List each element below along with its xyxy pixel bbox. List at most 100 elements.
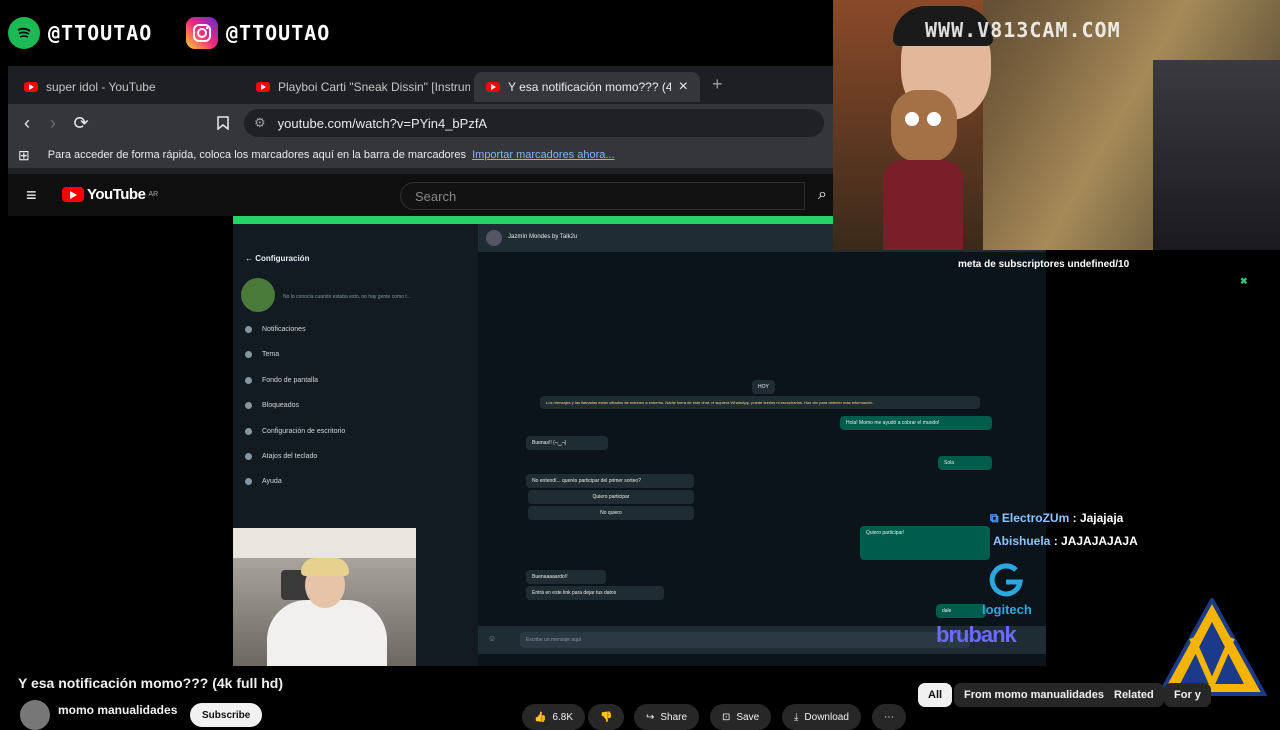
like-count: 6.8K [552,711,574,723]
tab-super-idol[interactable]: super idol - YouTube [12,72,238,102]
status-indicator-icon: ✖ [1240,276,1248,286]
address-bar[interactable]: ⚙ youtube.com/watch?v=PYin4_bPzfA [244,109,824,137]
youtube-favicon-icon [24,82,38,92]
instagram-icon [186,17,218,49]
channel-avatar[interactable] [20,700,50,730]
message-bubble: No entendí... querés participar del prim… [526,474,694,488]
menu-ayuda[interactable]: Ayuda [245,478,282,485]
chip-for-you[interactable]: For y [1164,683,1211,707]
url-text: youtube.com/watch?v=PYin4_bPzfA [277,115,488,131]
quick-reply-button[interactable]: Quiero participar [528,490,694,504]
dislike-button[interactable]: 👎 [588,704,625,730]
close-tab-icon[interactable]: × [679,78,688,96]
person-hair [301,558,349,576]
menu-notificaciones[interactable]: Notificaciones [245,326,306,333]
brubank-logo: brubank [936,622,1017,647]
message-bubble: Quiero participar! [860,526,990,560]
forward-arrow-icon[interactable]: › [42,112,64,134]
bookmarks-hint-text: Para acceder de forma rápida, coloca los… [47,149,466,161]
save-button[interactable]: ⊡ Save [710,704,772,730]
chip-from-channel[interactable]: From momo manualidades [954,683,1114,707]
channel-name[interactable]: momo manualidades [58,703,177,717]
chat-separator: : [1050,534,1062,548]
youtube-logo[interactable]: YouTube AR [62,186,158,203]
emoji-icon[interactable]: ☺ [488,634,496,643]
menu-label: Configuración de escritorio [262,428,346,435]
bookmark-icon[interactable] [212,112,234,134]
tab-label: super idol - YouTube [46,80,156,94]
message-input[interactable]: Escribe un mensaje aquí [520,632,970,648]
menu-label: Fondo de pantalla [262,377,319,384]
tab-label: Y esa notificación momo??? (4k f [508,80,671,94]
download-icon: ⤓ [794,711,799,723]
bookmarks-bar: ⊞ Para acceder de forma rápida, coloca l… [8,142,834,168]
browser-window: super idol - YouTube Playboi Carti "Snea… [8,66,834,216]
save-icon: ⊡ [722,711,731,723]
youtube-favicon-icon [486,82,500,92]
whatsapp-top-strip [233,216,833,224]
chip-all[interactable]: All [918,683,953,707]
menu-label: Bloqueados [262,402,299,409]
download-button[interactable]: ⤓ Download [782,704,861,730]
hamburger-menu-icon[interactable]: ≡ [26,185,37,206]
instagram-handle: @TTOUTAO [186,16,330,50]
desktop-icon [245,428,252,435]
contact-name: Jazmín Mondes by Talk2u [508,234,578,240]
settings-header: ← Configuración [245,254,310,263]
menu-label: Tema [262,351,280,358]
bell-icon [245,326,252,333]
whatsapp-chat-panel: Jazmín Mondes by Talk2u HOY Los mensajes… [478,224,1046,666]
message-bubble: Hola! Momo me ayudó a cobrar el mundo! [840,416,992,430]
chat-text: JAJAJAJAJA [1061,534,1138,548]
subscribe-button[interactable]: Subscribe [190,703,263,727]
bookmarks-hint: Para acceder de forma rápida, coloca los… [48,149,615,161]
spotify-icon [8,17,40,49]
more-actions-icon[interactable]: ⋯ [872,704,906,730]
youtube-favicon-icon [256,82,270,92]
chat-separator: : [1069,511,1080,525]
share-icon: ↪ [646,711,655,723]
menu-tema[interactable]: Tema [245,351,279,358]
theme-icon [245,351,252,358]
menu-atajos[interactable]: Atajos del teclado [245,453,317,460]
new-tab-button[interactable]: + [712,74,723,95]
download-label: Download [804,711,849,723]
tab-strip: super idol - YouTube Playboi Carti "Snea… [8,66,834,104]
tab-playboi-carti[interactable]: Playboi Carti "Sneak Dissin" [Instrume [244,72,470,102]
chip-related[interactable]: Related [1104,683,1164,707]
wallpaper-icon [245,377,252,384]
block-icon [245,402,252,409]
apps-grid-icon[interactable]: ⊞ [18,147,30,164]
tab-active-video[interactable]: Y esa notificación momo??? (4k f × [474,72,700,102]
like-button[interactable]: 👍 6.8K [522,704,586,730]
share-button[interactable]: ↪ Share [634,704,700,730]
back-arrow-icon[interactable]: ‹ [16,112,38,134]
import-bookmarks-link[interactable]: Importar marcadores ahora... [472,149,614,161]
message-bubble: Buenaaaaardo!! [526,570,606,584]
menu-fondo[interactable]: Fondo de pantalla [245,377,318,384]
person-hoodie [267,600,387,666]
keyboard-icon [245,453,252,460]
twitter-icon: ⧉ [990,511,999,525]
logitech-logo-icon [986,560,1026,600]
streamer-webcam [233,528,416,666]
quick-reply-button[interactable]: No quiero [528,506,694,520]
profile-avatar[interactable] [241,278,275,312]
thumbs-down-icon: 👎 [600,711,613,723]
share-label: Share [660,711,688,723]
search-icon[interactable]: ⌕ [818,186,827,204]
message-bubble: Entrá en este link para dejar tus datos [526,586,664,600]
tab-label: Playboi Carti "Sneak Dissin" [Instrume [278,80,470,94]
wall-shelf [233,528,416,558]
chat-text: Jajajaja [1079,511,1124,525]
chat-message: ⧉ ElectroZUm : Jajajaja [990,511,1123,526]
reload-icon[interactable]: ⟳ [70,112,92,134]
site-settings-icon[interactable]: ⚙ [254,115,266,131]
contact-avatar[interactable] [486,230,502,246]
search-input[interactable]: Search [400,182,805,210]
watermark: WWW.V813CAM.COM [925,18,1121,42]
menu-escritorio[interactable]: Configuración de escritorio [245,428,345,435]
date-badge: HOY [752,380,775,394]
menu-label: Ayuda [262,478,282,485]
menu-bloqueados[interactable]: Bloqueados [245,402,299,409]
